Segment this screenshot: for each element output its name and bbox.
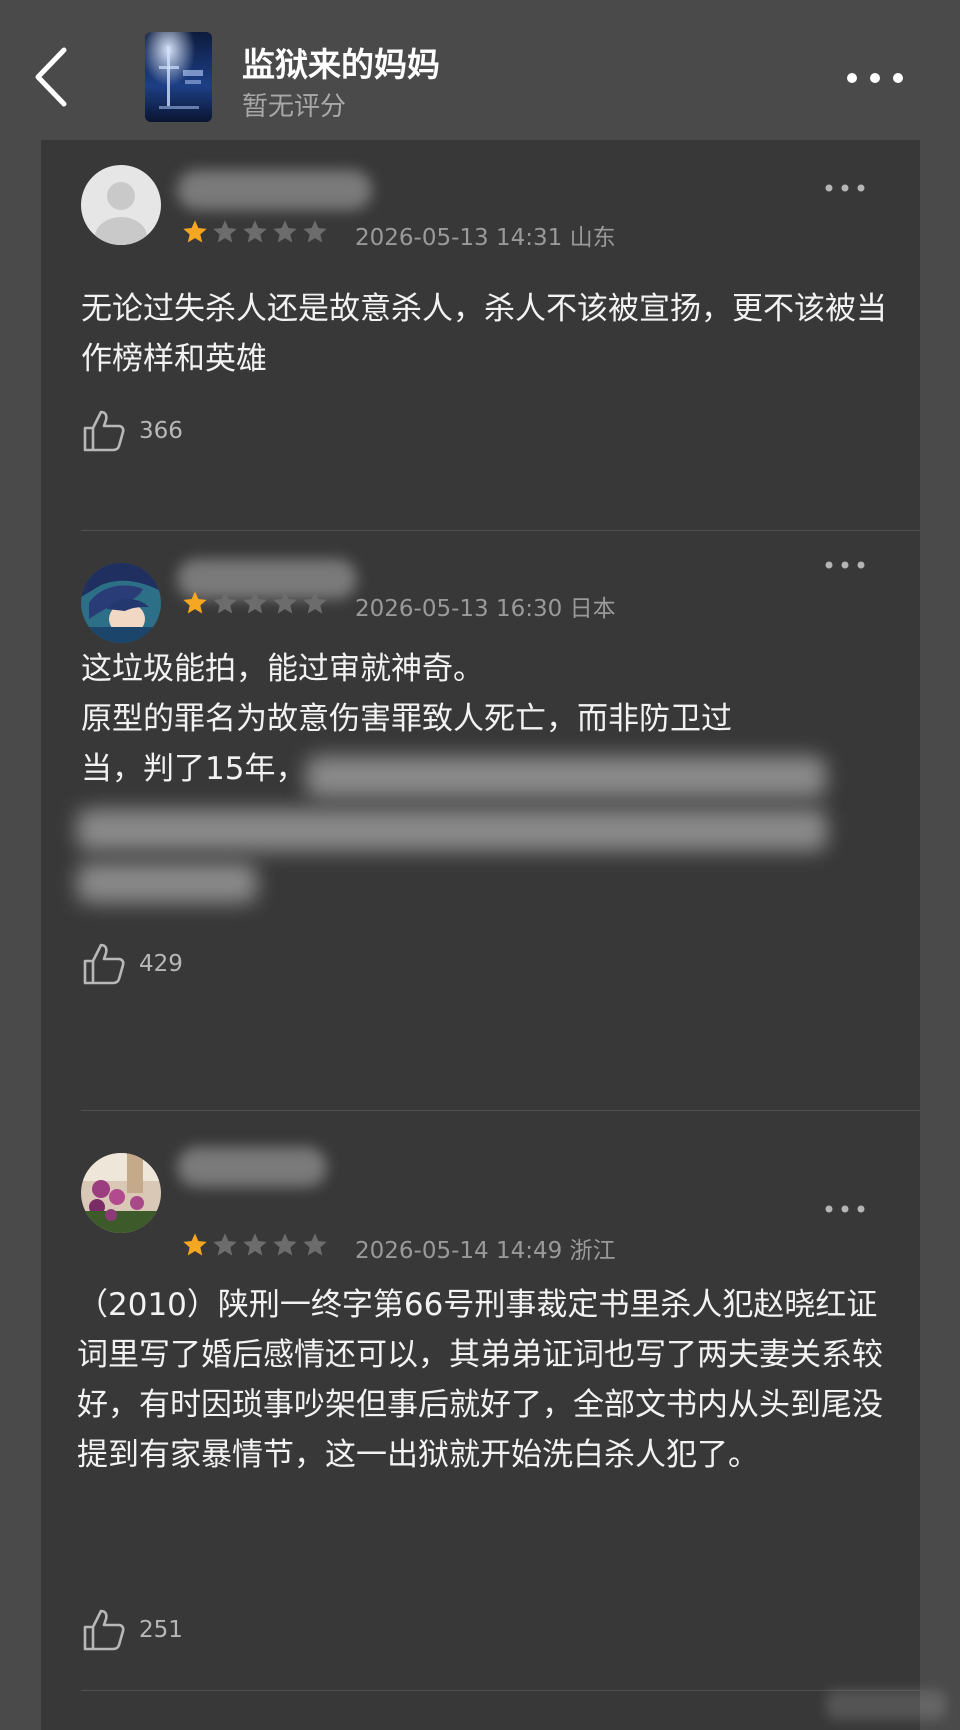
movie-poster[interactable] [145, 32, 212, 122]
review-text-line: 原型的罪名为故意伤害罪致人死亡，而非防卫过 [81, 701, 732, 737]
star-empty-icon [303, 591, 327, 614]
star-empty-icon [243, 220, 267, 243]
movie-rating-status: 暂无评分 [242, 92, 347, 122]
redacted-text [306, 756, 826, 798]
star-rating [181, 218, 329, 246]
thumbs-up-icon[interactable] [81, 408, 127, 454]
review-text: （2010）陕刑一终字第66号刑事裁定书里杀人犯赵晓红证词里写了婚后感情还可以，… [77, 1287, 883, 1473]
avatar[interactable] [81, 165, 161, 245]
username-blurred[interactable] [177, 1147, 327, 1187]
like-count: 251 [139, 1617, 183, 1643]
username-blurred[interactable] [177, 170, 372, 210]
star-empty-icon [303, 1233, 327, 1256]
review-text-line: 当，判了15年， [81, 751, 307, 787]
star-empty-icon [213, 1233, 237, 1256]
like-count: 366 [139, 418, 183, 444]
review-item: 2026-05-13 14:31 山东 无论过失杀人还是故意杀人，杀人不该被宣扬… [41, 140, 920, 530]
review-text-line: 这垃圾能拍，能过审就神奇。 [81, 651, 484, 687]
redacted-text [77, 863, 257, 903]
redacted-text [77, 809, 827, 851]
star-empty-icon [273, 1233, 297, 1256]
avatar[interactable] [81, 563, 161, 643]
more-options-icon[interactable] [840, 60, 910, 96]
star-empty-icon [273, 220, 297, 243]
like-count: 429 [139, 951, 183, 977]
review-more-icon[interactable] [821, 176, 869, 200]
top-bar: 监狱来的妈妈 暂无评分 [0, 0, 960, 140]
review-more-icon[interactable] [821, 553, 869, 577]
thumbs-up-icon[interactable] [81, 1607, 127, 1653]
star-empty-icon [303, 220, 327, 243]
star-rating [181, 589, 329, 617]
star-empty-icon [213, 220, 237, 243]
star-empty-icon [243, 1233, 267, 1256]
review-date-location: 2026-05-14 14:49 浙江 [355, 1238, 616, 1264]
thumbs-up-icon[interactable] [81, 941, 127, 987]
star-empty-icon [213, 591, 237, 614]
review-list: 2026-05-13 14:31 山东 无论过失杀人还是故意杀人，杀人不该被宣扬… [41, 140, 920, 1730]
star-filled-icon [183, 591, 207, 614]
review-text: 无论过失杀人还是故意杀人，杀人不该被宣扬，更不该被当作榜样和英雄 [81, 291, 887, 377]
avatar[interactable] [81, 1153, 161, 1233]
star-rating [181, 1231, 329, 1259]
review-date-location: 2026-05-13 14:31 山东 [355, 225, 616, 251]
movie-title: 监狱来的妈妈 [242, 45, 440, 84]
review-divider [81, 1690, 920, 1691]
star-empty-icon [243, 591, 267, 614]
review-item: 2026-05-14 14:49 浙江 （2010）陕刑一终字第66号刑事裁定书… [41, 1111, 920, 1730]
review-more-icon[interactable] [821, 1197, 869, 1221]
review-date-location: 2026-05-13 16:30 日本 [355, 596, 616, 622]
back-arrow-icon[interactable] [30, 42, 80, 112]
star-filled-icon [183, 1233, 207, 1256]
watermark [826, 1690, 946, 1720]
star-filled-icon [183, 220, 207, 243]
star-empty-icon [273, 591, 297, 614]
